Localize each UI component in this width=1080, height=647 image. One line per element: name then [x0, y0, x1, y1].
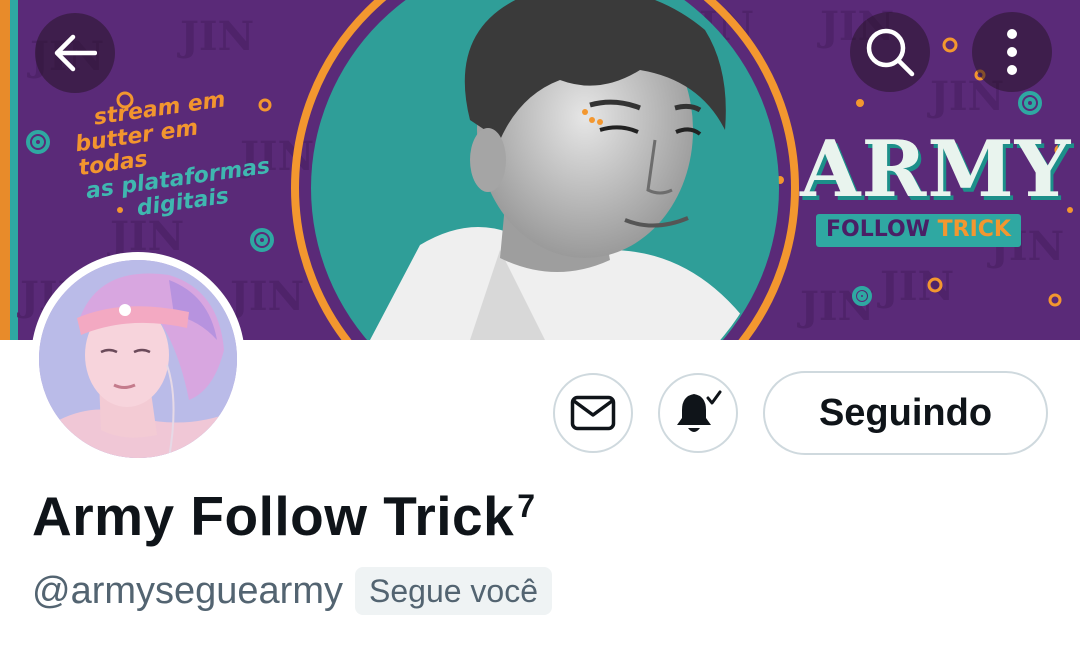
- avatar[interactable]: [39, 260, 237, 458]
- banner-subtitle-trick: TRICK: [937, 217, 1011, 242]
- back-button[interactable]: [35, 13, 115, 93]
- display-name-superscript: 7: [517, 488, 536, 524]
- search-button[interactable]: [850, 12, 930, 92]
- display-name: Army Follow Trick: [32, 485, 515, 547]
- profile-name-row: Army Follow Trick 7: [32, 478, 535, 554]
- more-vertical-icon: [1007, 29, 1017, 75]
- banner-brand-title: ARMY: [800, 124, 1072, 215]
- more-options-button[interactable]: [972, 12, 1052, 92]
- svg-text:JIN: JIN: [877, 263, 954, 310]
- bell-check-icon: [677, 390, 722, 432]
- arrow-left-icon: [54, 34, 97, 72]
- username-handle: @armyseguearmy: [32, 570, 343, 612]
- notifications-button[interactable]: [658, 373, 738, 453]
- envelope-icon: [570, 395, 616, 431]
- svg-text:JIN: JIN: [797, 283, 874, 330]
- following-button[interactable]: Seguindo: [763, 371, 1048, 455]
- search-icon: [866, 28, 915, 77]
- svg-text:JIN: JIN: [177, 13, 254, 60]
- message-button[interactable]: [553, 373, 633, 453]
- follows-you-badge: Segue você: [355, 567, 553, 615]
- banner-brand-subtitle: FOLLOW TRICK: [816, 214, 1021, 247]
- avatar-image: [39, 260, 237, 458]
- profile-handle-row: @armyseguearmy Segue você: [32, 566, 553, 616]
- banner-subtitle-follow: FOLLOW: [826, 217, 938, 242]
- svg-text:JIN: JIN: [227, 273, 304, 320]
